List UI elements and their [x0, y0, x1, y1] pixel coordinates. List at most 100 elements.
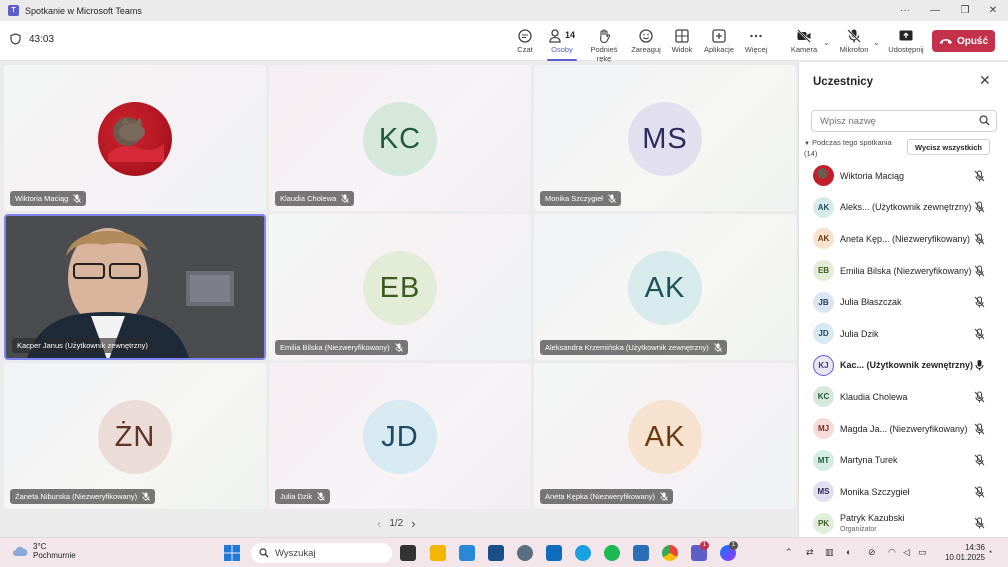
windows-start-icon[interactable] — [224, 545, 240, 561]
mail-icon[interactable] — [546, 545, 562, 561]
photos-icon[interactable] — [633, 545, 649, 561]
participant-row[interactable]: JB Julia Błaszczak — [799, 286, 1008, 318]
chat-button[interactable]: Czat — [506, 26, 544, 58]
view-button[interactable]: Widok — [663, 26, 701, 58]
participant-row[interactable]: AK Aleks... (Użytkownik zewnętrzny) — [799, 192, 1008, 224]
mic-muted-icon[interactable] — [974, 201, 985, 213]
prev-page-button[interactable]: ‹ — [377, 516, 381, 531]
task-view-icon[interactable] — [400, 545, 416, 561]
close-panel-button[interactable]: ✕ — [979, 72, 991, 89]
shield-icon — [10, 33, 21, 45]
participant-row[interactable]: EB Emilia Bilska (Niezweryfikowany) — [799, 255, 1008, 287]
more-options-button[interactable]: ··· — [890, 0, 920, 21]
react-button[interactable]: Zareaguj — [627, 26, 665, 58]
participant-tile-speaking[interactable]: Kacper Janus (Użytkownik zewnętrzny) — [4, 214, 266, 360]
people-button[interactable]: 14 Osoby — [543, 26, 581, 61]
participant-row[interactable]: JD Julia Dzik — [799, 318, 1008, 350]
battery-icon[interactable]: ▭ — [918, 547, 927, 558]
participant-name-tag: Kacper Janus (Użytkownik zewnętrzny) — [12, 338, 153, 353]
spotify-icon[interactable] — [604, 545, 620, 561]
participant-name: Julia Błaszczak — [840, 297, 902, 308]
mic-muted-icon — [660, 492, 668, 501]
participant-row[interactable]: KJ Kac... (Użytkownik zewnętrzny) — [799, 350, 1008, 382]
next-page-button[interactable]: › — [411, 516, 415, 531]
participant-row[interactable]: PK Patryk Kazubski Organizator — [799, 508, 1008, 540]
weather-widget[interactable]: 3°C Pochmurnie — [12, 542, 76, 560]
mic-muted-icon[interactable] — [974, 328, 985, 340]
edge-icon[interactable] — [575, 545, 591, 561]
store-icon[interactable] — [488, 545, 504, 561]
participant-row[interactable]: MT Martyna Turek — [799, 444, 1008, 476]
participant-name: Magda Ja... (Niezweryfikowany) — [840, 423, 968, 434]
participant-tile[interactable]: KC Klaudia Cholewa — [269, 65, 531, 211]
participant-tile[interactable]: AK Aneta Kępka (Niezweryfikowany) — [534, 363, 796, 509]
participant-avatar: MS — [813, 481, 834, 503]
mic-muted-icon[interactable] — [974, 391, 985, 403]
participant-name: Monika Szczygieł — [840, 486, 910, 497]
mic-muted-icon[interactable] — [974, 486, 985, 498]
participant-avatar: MT — [813, 449, 834, 471]
volume-icon[interactable]: ◁ — [903, 547, 910, 558]
mic-muted-icon[interactable] — [974, 423, 985, 435]
page-indicator: 1/2 — [389, 518, 404, 529]
taskbar-search-input[interactable]: Wyszukaj — [251, 543, 392, 563]
camera-options-chevron-icon[interactable]: ⌄ — [823, 38, 830, 47]
avatar: KC — [363, 102, 437, 176]
camera-off-icon — [797, 29, 811, 43]
app-tray-icon[interactable]: ◐ — [846, 547, 851, 557]
close-window-button[interactable]: ✕ — [978, 0, 1008, 21]
bars-tray-icon[interactable]: ▥ — [825, 547, 834, 558]
mute-all-button[interactable]: Wycisz wszystkich — [907, 139, 990, 155]
smiley-icon — [639, 29, 653, 43]
participant-row[interactable]: MS Monika Szczygieł — [799, 476, 1008, 508]
mic-muted-icon[interactable] — [974, 233, 985, 245]
section-header[interactable]: ▼ Podczas tego spotkania (14) — [804, 138, 904, 158]
participant-row[interactable]: KC Klaudia Cholewa — [799, 381, 1008, 413]
participant-row[interactable]: MJ Magda Ja... (Niezweryfikowany) — [799, 413, 1008, 445]
participant-tile[interactable]: ŻN Żaneta Niburska (Niezweryfikowany) — [4, 363, 266, 509]
avatar: AK — [628, 400, 702, 474]
mic-muted-icon[interactable] — [974, 296, 985, 308]
leave-button[interactable]: Opuść — [932, 30, 995, 52]
participant-tile[interactable]: MS Monika Szczygieł — [534, 65, 796, 211]
camera-button[interactable]: Kamera — [785, 26, 823, 58]
system-clock[interactable]: 14:36 10.01.2025 — [935, 543, 985, 563]
mic-muted-icon[interactable] — [974, 170, 985, 182]
participant-avatar: KJ — [813, 354, 834, 376]
restore-button[interactable]: ❐ — [950, 0, 980, 21]
participant-row[interactable]: AK Aneta Kęp... (Niezweryfikowany) — [799, 223, 1008, 255]
chrome-icon[interactable] — [662, 545, 678, 561]
settings-icon[interactable] — [517, 545, 533, 561]
mic-on-icon[interactable] — [974, 359, 985, 371]
mic-button[interactable]: Mikrofon — [835, 26, 873, 58]
chat-app-icon[interactable] — [459, 545, 475, 561]
chevron-up-icon[interactable]: ⌃ — [785, 547, 793, 558]
share-button[interactable]: Udostępnij — [885, 26, 927, 58]
participant-name: Julia Dzik — [840, 328, 879, 339]
notification-bell-icon[interactable]: ◔ — [987, 547, 992, 557]
raise-hand-button[interactable]: Podnieś rękę — [583, 26, 625, 63]
participant-name: Klaudia Cholewa — [840, 391, 908, 402]
mic-muted-icon[interactable] — [974, 517, 985, 529]
minimize-button[interactable]: — — [920, 0, 950, 21]
apps-button[interactable]: Aplikacje — [700, 26, 738, 58]
participant-tile[interactable]: AK Aleksandra Krzemińska (Użytkownik zew… — [534, 214, 796, 360]
mic-options-chevron-icon[interactable]: ⌄ — [873, 38, 880, 47]
participant-tile[interactable]: Wiktoria Maciąg — [4, 65, 266, 211]
mic-off-tray-icon[interactable]: ⊘ — [868, 547, 876, 558]
file-explorer-icon[interactable] — [430, 545, 446, 561]
participant-tile[interactable]: EB Emilia Bilska (Niezweryfikowany) — [269, 214, 531, 360]
avatar: EB — [363, 251, 437, 325]
participant-search-input[interactable]: Wpisz nazwę — [811, 110, 997, 132]
windows-taskbar: 3°C Pochmurnie Wyszukaj 1 1 ⌃ ⇄ ▥ ◐ ⊘ ◠ ◁… — [0, 537, 1008, 567]
wifi-icon[interactable]: ◠ — [888, 547, 896, 558]
mic-muted-icon[interactable] — [974, 265, 985, 277]
more-button[interactable]: Więcej — [737, 26, 775, 58]
network-tray-icon[interactable]: ⇄ — [806, 547, 814, 558]
mic-muted-icon[interactable] — [974, 454, 985, 466]
participant-name-tag: Emilia Bilska (Niezweryfikowany) — [275, 340, 408, 355]
participant-avatar: MJ — [813, 418, 834, 440]
participant-row[interactable]: Wiktoria Maciąg — [799, 160, 1008, 192]
participant-tile[interactable]: JD Julia Dzik — [269, 363, 531, 509]
gallery-pager: ‹ 1/2 › — [377, 516, 416, 531]
